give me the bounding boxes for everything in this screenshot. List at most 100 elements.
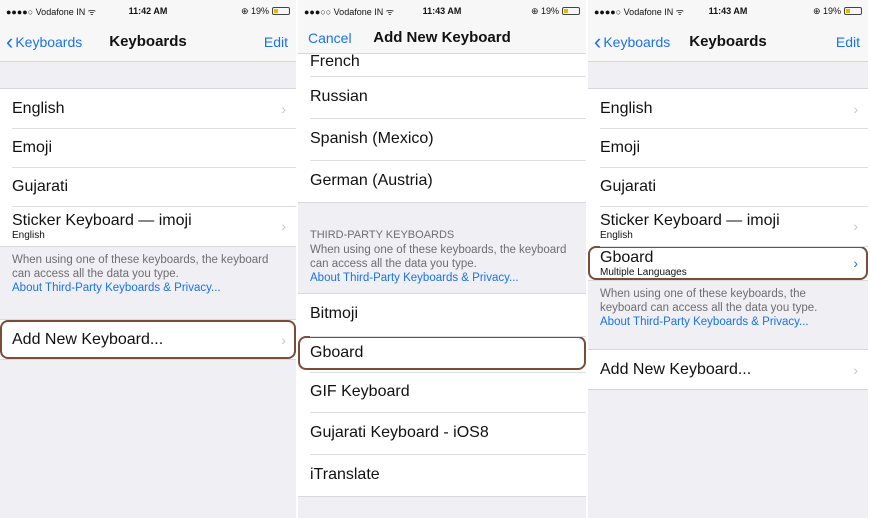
keyboard-item-gujarati[interactable]: Gujarati [0, 167, 296, 206]
battery-percent: ⊕ 19% [240, 5, 269, 16]
add-new-keyboard-screen: ●●●○○ Vodafone IN ᯤ 11:43 AM ⊕ 19% Cance… [298, 0, 588, 518]
status-time: 11:43 AM [708, 6, 748, 16]
privacy-note: When using one of these keyboards, the k… [0, 247, 296, 303]
privacy-link[interactable]: About Third-Party Keyboards & Privacy... [12, 281, 284, 295]
back-button[interactable]: ‹ Keyboards [588, 28, 671, 54]
status-time: 11:42 AM [128, 6, 168, 16]
battery-percent: ⊕ 19% [530, 5, 559, 16]
language-name: Spanish (Mexico) [310, 130, 434, 147]
keyboard-name: Gboard [600, 248, 654, 266]
keyboard-item-sticker[interactable]: Sticker Keyboard — imoji English › [0, 206, 296, 246]
nav-bar: ‹ Keyboards Keyboards Edit [588, 22, 868, 62]
cancel-button[interactable]: Cancel [298, 30, 352, 46]
third-party-list: Bitmoji Gboard GIF Keyboard Gujarati Key… [298, 293, 586, 497]
back-label: Keyboards [603, 33, 671, 50]
keyboard-language: English [600, 229, 633, 241]
keyboard-item-emoji[interactable]: Emoji [588, 128, 868, 167]
add-keyboard-group: Add New Keyboard... › [588, 349, 868, 390]
battery-percent: ⊕ 19% [812, 5, 841, 16]
keyboard-list: English › Emoji Gujarati Sticker Keyboar… [588, 88, 868, 281]
third-party-item-itranslate[interactable]: iTranslate [298, 454, 586, 496]
language-name: Russian [310, 88, 368, 105]
carrier-signal: ●●●○○ Vodafone IN ᯤ [304, 6, 394, 17]
battery-indicator: ⊕ 19% [531, 6, 580, 17]
keyboards-screen-after: ●●●●○ Vodafone IN ᯤ 11:43 AM ⊕ 19% ‹ Key… [588, 0, 870, 518]
keyboard-item-sticker[interactable]: Sticker Keyboard — imoji English › [588, 206, 868, 246]
battery-indicator: ⊕ 19% [241, 6, 290, 17]
edit-button[interactable]: Edit [264, 34, 288, 50]
add-keyboard-label: Add New Keyboard... [12, 330, 164, 348]
keyboard-name: Gboard [310, 344, 364, 361]
language-item-spanish-mexico[interactable]: Spanish (Mexico) [298, 118, 586, 160]
edit-button[interactable]: Edit [836, 34, 860, 50]
chevron-right-icon: › [281, 100, 286, 117]
privacy-link[interactable]: About Third-Party Keyboards & Privacy... [600, 315, 856, 329]
language-name: French [310, 53, 360, 70]
keyboard-item-gujarati[interactable]: Gujarati [588, 167, 868, 206]
keyboard-name: Gujarati Keyboard - iOS8 [310, 424, 489, 441]
third-party-item-gif-keyboard[interactable]: GIF Keyboard [298, 372, 586, 412]
keyboard-name: Sticker Keyboard — imoji [12, 211, 192, 229]
page-title: Add New Keyboard [373, 29, 511, 46]
keyboard-name: iTranslate [310, 466, 380, 483]
keyboard-list: English › Emoji Gujarati Sticker Keyboar… [0, 88, 296, 247]
chevron-right-icon: › [853, 218, 858, 234]
back-button[interactable]: ‹ Keyboards [0, 28, 83, 54]
battery-icon [844, 7, 862, 15]
carrier-signal: ●●●●○ Vodafone IN ᯤ [6, 6, 96, 17]
chevron-right-icon: › [281, 331, 286, 348]
keyboard-name: Sticker Keyboard — imoji [600, 211, 780, 229]
third-party-item-gboard[interactable]: Gboard [298, 336, 586, 370]
chevron-right-icon: › [853, 361, 858, 378]
add-keyboard-group: Add New Keyboard... › [0, 319, 296, 360]
language-item-french[interactable]: French [298, 54, 586, 76]
privacy-note: When using one of these keyboards, the k… [298, 241, 586, 293]
nav-bar: Cancel Add New Keyboard [298, 22, 586, 54]
page-title: Keyboards [689, 33, 767, 50]
battery-indicator: ⊕ 19% [813, 6, 862, 17]
status-bar: ●●●●○ Vodafone IN ᯤ 11:43 AM ⊕ 19% [588, 0, 868, 22]
keyboard-name: Gujarati [12, 177, 69, 195]
language-name: German (Austria) [310, 172, 433, 189]
keyboards-screen-before: ●●●●○ Vodafone IN ᯤ 11:42 AM ⊕ 19% ‹ Key… [0, 0, 298, 518]
keyboard-name: GIF Keyboard [310, 383, 410, 400]
back-chevron-icon: ‹ [6, 28, 14, 54]
chevron-right-icon: › [281, 218, 286, 234]
language-item-russian[interactable]: Russian [298, 76, 586, 118]
chevron-right-icon: › [853, 100, 858, 117]
keyboard-item-emoji[interactable]: Emoji [0, 128, 296, 167]
keyboard-name: Gujarati [600, 177, 657, 195]
keyboard-name: Bitmoji [310, 305, 359, 322]
add-new-keyboard-button[interactable]: Add New Keyboard... › [588, 350, 868, 389]
add-keyboard-label: Add New Keyboard... [600, 360, 752, 378]
third-party-item-gujarati-keyboard[interactable]: Gujarati Keyboard - iOS8 [298, 412, 586, 454]
add-new-keyboard-button[interactable]: Add New Keyboard... › [0, 320, 296, 359]
privacy-link[interactable]: About Third-Party Keyboards & Privacy... [310, 271, 574, 285]
battery-icon [272, 7, 290, 15]
nav-bar: ‹ Keyboards Keyboards Edit [0, 22, 296, 62]
language-item-german-austria[interactable]: German (Austria) [298, 160, 586, 202]
keyboard-name: Emoji [600, 138, 641, 156]
keyboard-item-english[interactable]: English › [0, 89, 296, 128]
page-title: Keyboards [109, 33, 187, 50]
keyboard-name: English [600, 99, 653, 117]
screenshot-composite: ●●●●○ Vodafone IN ᯤ 11:42 AM ⊕ 19% ‹ Key… [0, 0, 870, 518]
keyboard-item-gboard[interactable]: Gboard Multiple Languages › [588, 246, 868, 280]
keyboard-name: Emoji [12, 138, 53, 156]
chevron-right-icon: › [853, 255, 858, 271]
language-list: French Russian Spanish (Mexico) German (… [298, 54, 586, 203]
privacy-note: When using one of these keyboards, the k… [588, 281, 868, 337]
keyboard-language: English [12, 229, 45, 241]
privacy-text: When using one of these keyboards, the k… [310, 244, 567, 270]
battery-icon [562, 7, 580, 15]
third-party-item-bitmoji[interactable]: Bitmoji [298, 294, 586, 334]
status-time: 11:43 AM [422, 6, 462, 16]
carrier-signal: ●●●●○ Vodafone IN ᯤ [594, 6, 684, 17]
keyboard-name: English [12, 99, 65, 117]
privacy-text: When using one of these keyboards, the k… [12, 254, 269, 280]
keyboard-item-english[interactable]: English › [588, 89, 868, 128]
back-chevron-icon: ‹ [594, 28, 602, 54]
back-label: Keyboards [15, 33, 83, 50]
status-bar: ●●●●○ Vodafone IN ᯤ 11:42 AM ⊕ 19% [0, 0, 296, 22]
keyboard-language: Multiple Languages [600, 266, 687, 278]
